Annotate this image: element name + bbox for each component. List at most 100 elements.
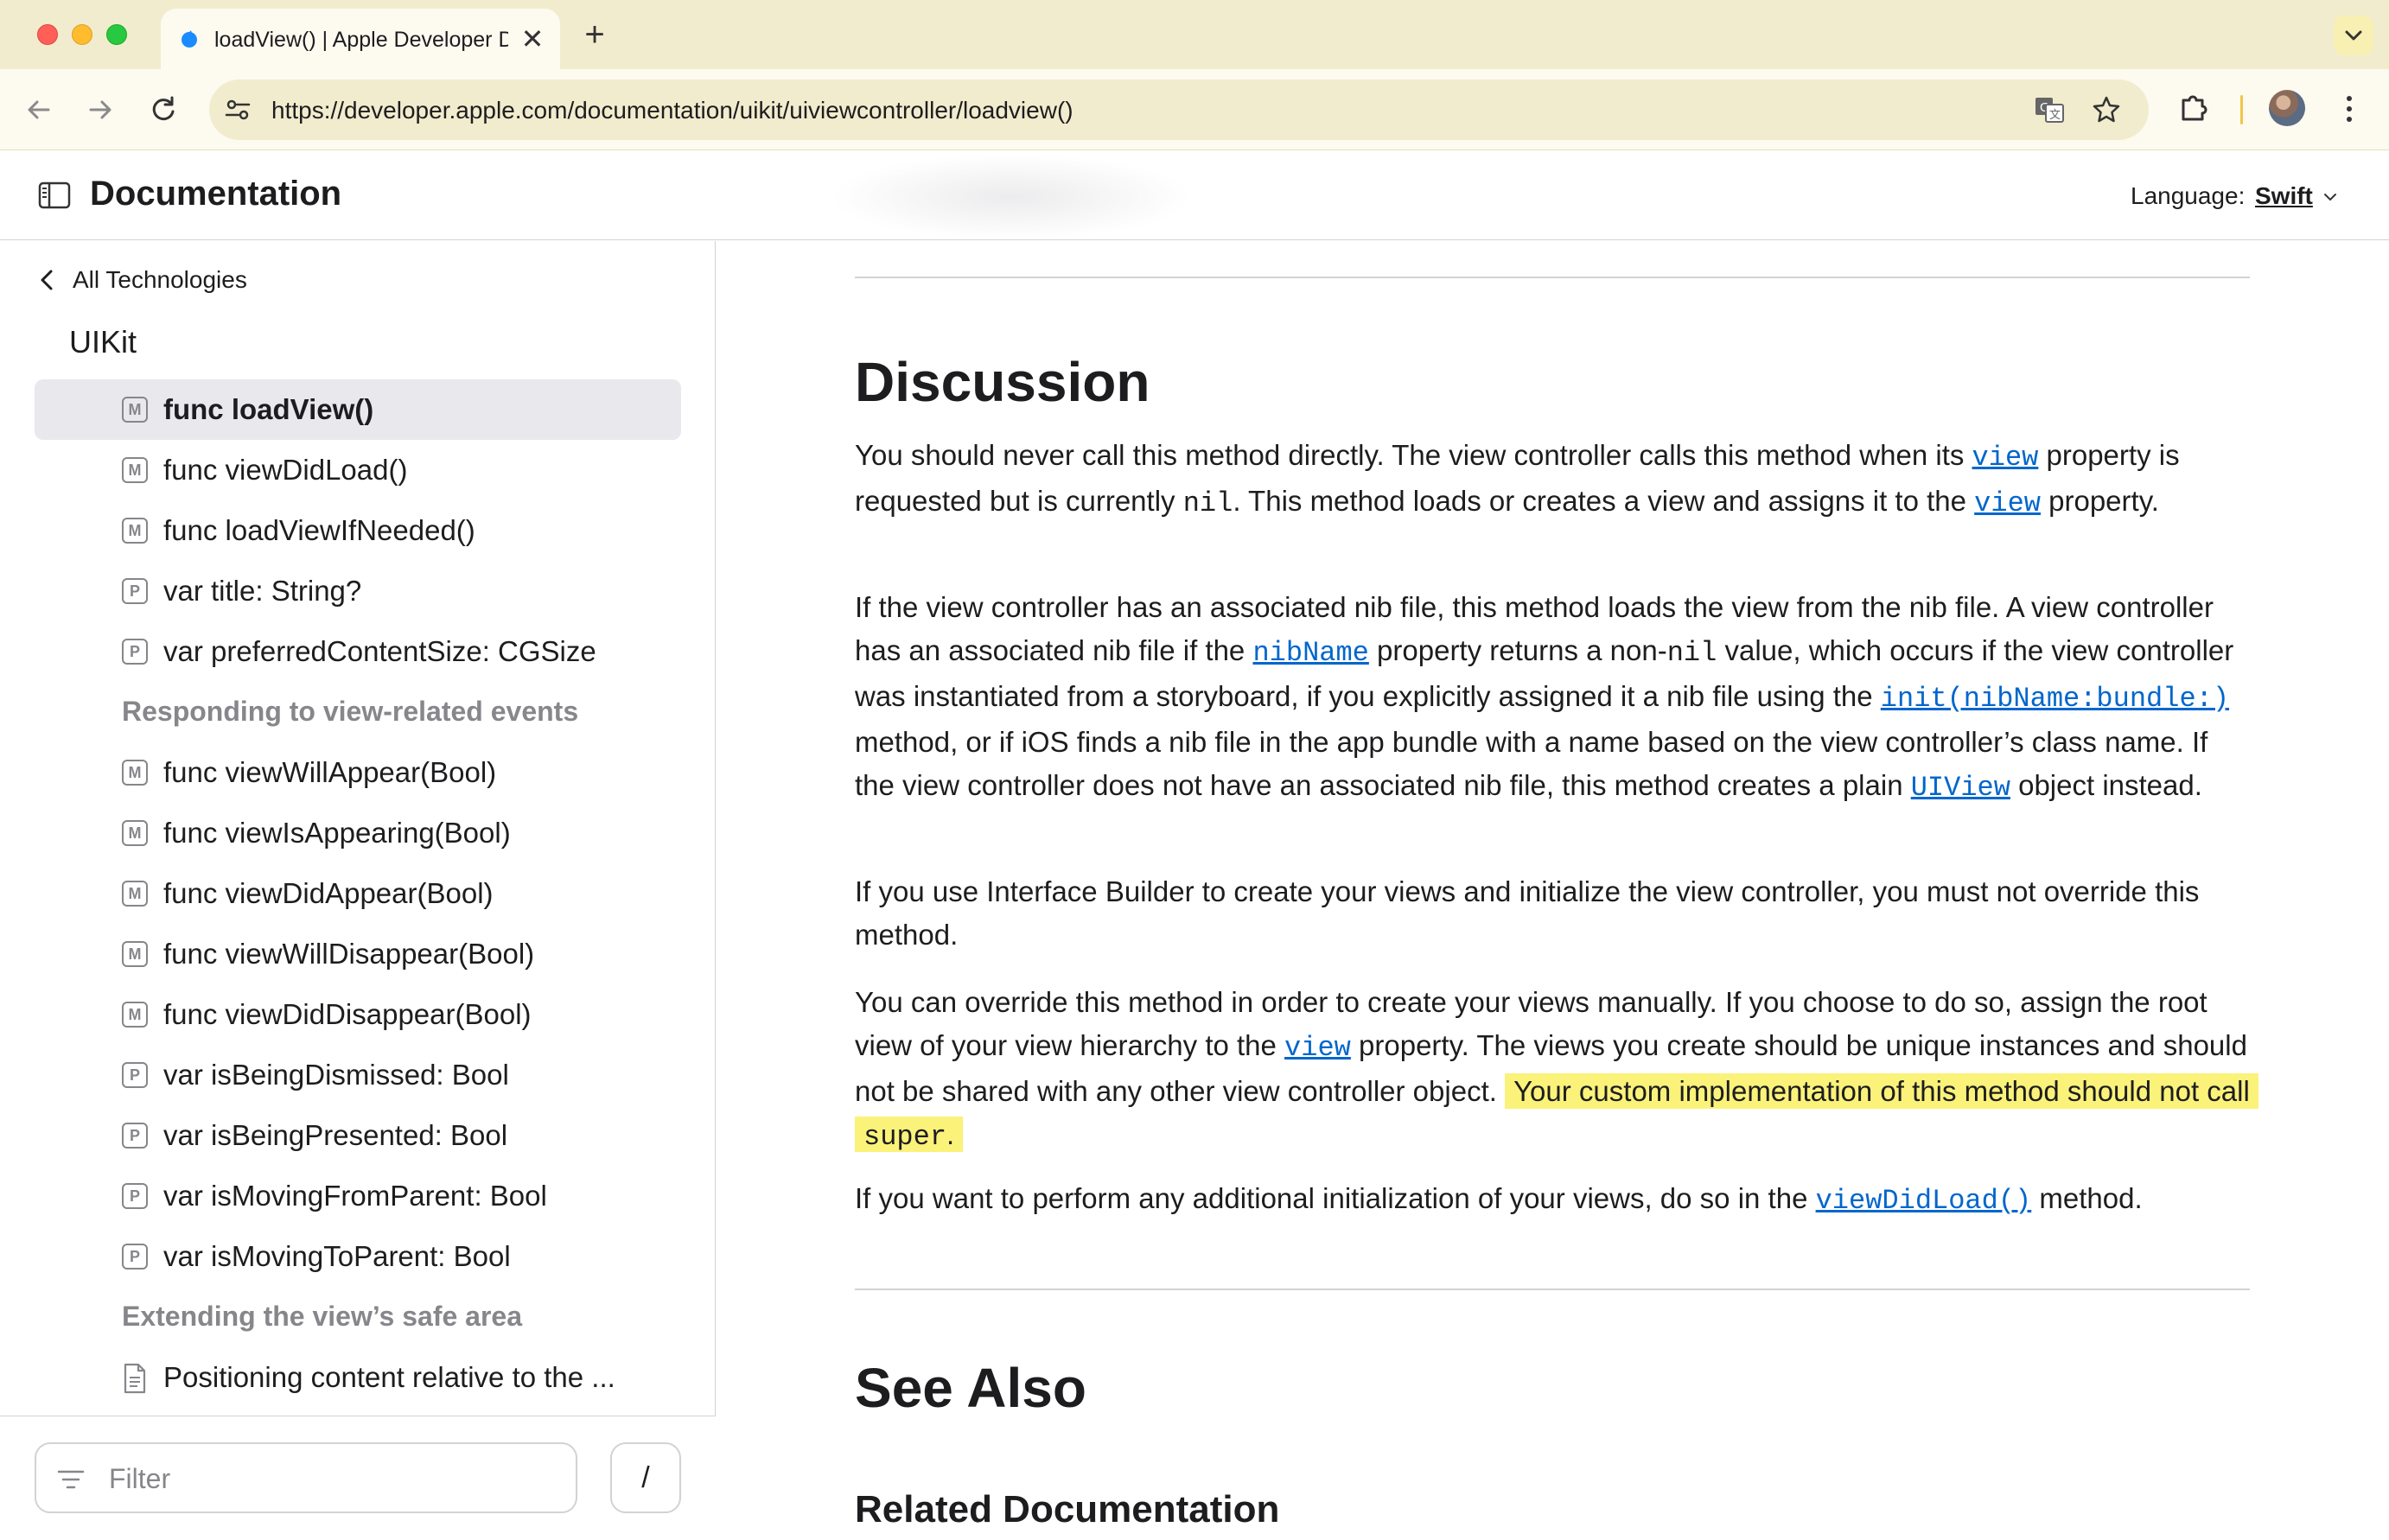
chevron-down-icon[interactable] bbox=[2322, 188, 2339, 206]
link-code: UIView bbox=[1910, 772, 2010, 804]
sidebar-item-label: Positioning content relative to the ... bbox=[163, 1361, 615, 1393]
uiview-link[interactable]: UIView bbox=[1910, 769, 2010, 804]
link-code: view bbox=[1974, 487, 2041, 519]
view-link[interactable]: view bbox=[1284, 1029, 1351, 1064]
new-tab-button[interactable]: + bbox=[577, 17, 612, 52]
discussion-paragraph-3: If you use Interface Builder to create y… bbox=[855, 875, 2200, 951]
sidebar-item-label: func viewWillDisappear(Bool) bbox=[163, 938, 535, 970]
link-code: viewDidLoad() bbox=[1815, 1185, 2032, 1217]
property-badge-icon: P bbox=[122, 639, 148, 665]
filter-icon bbox=[57, 1470, 85, 1489]
all-technologies-label: All Technologies bbox=[73, 266, 247, 293]
site-settings-icon[interactable] bbox=[223, 95, 252, 124]
sidebar-section-heading[interactable]: Responding to view-related events bbox=[35, 682, 681, 742]
method-badge-icon: M bbox=[122, 881, 148, 907]
sidebar-item-label: func loadView() bbox=[163, 393, 374, 425]
filter-shortcut-key[interactable]: / bbox=[610, 1442, 681, 1513]
sidebar-item-loadviewifneeded[interactable]: M func loadViewIfNeeded() bbox=[35, 500, 681, 561]
property-badge-icon: P bbox=[122, 1123, 148, 1149]
sidebar-item-label: var isMovingFromParent: Bool bbox=[163, 1180, 547, 1212]
view-link[interactable]: view bbox=[1972, 439, 2039, 474]
reload-icon[interactable] bbox=[143, 90, 183, 130]
sidebar-item-label: var isBeingPresented: Bool bbox=[163, 1119, 508, 1151]
text-run: object instead. bbox=[2010, 769, 2202, 801]
sidebar-item-ismovingfromparent[interactable]: P var isMovingFromParent: Bool bbox=[35, 1166, 681, 1226]
framework-title[interactable]: UIKit bbox=[69, 324, 137, 360]
minimize-window-button[interactable] bbox=[72, 24, 92, 45]
related-documentation-heading: Related Documentation bbox=[855, 1488, 1280, 1530]
sidebar-section-label: Responding to view-related events bbox=[122, 696, 579, 727]
text-run: Your custom implementation of this metho… bbox=[1513, 1075, 2250, 1107]
sidebar-item-isbeingpresented[interactable]: P var isBeingPresented: Bool bbox=[35, 1105, 681, 1166]
article-document-icon bbox=[124, 1363, 146, 1394]
active-tab[interactable]: loadView() | Apple Developer Documentati… bbox=[161, 9, 560, 69]
sidebar-item-ismovingtoparent[interactable]: P var isMovingToParent: Bool bbox=[35, 1226, 681, 1287]
sidebar-item-viewdiddisappear[interactable]: M func viewDidDisappear(Bool) bbox=[35, 984, 681, 1045]
section-divider bbox=[855, 277, 2250, 278]
filter-input[interactable]: Filter bbox=[35, 1442, 577, 1513]
property-badge-icon: P bbox=[122, 1244, 148, 1270]
see-also-heading: See Also bbox=[855, 1357, 1086, 1419]
sidebar-item-label: func loadViewIfNeeded() bbox=[163, 514, 475, 546]
sidebar-item-positioning-content[interactable]: Positioning content relative to the ... bbox=[35, 1347, 681, 1408]
browser-tab-strip: loadView() | Apple Developer Documentati… bbox=[0, 0, 2389, 69]
address-bar[interactable]: https://developer.apple.com/documentatio… bbox=[209, 80, 2149, 140]
translate-icon[interactable]: G 文 bbox=[2033, 93, 2066, 126]
close-tab-icon[interactable]: ✕ bbox=[517, 23, 548, 54]
inline-code: nil bbox=[1182, 487, 1233, 519]
discussion-paragraph-1: You should never call this method direct… bbox=[855, 434, 2255, 525]
sidebar-item-label: var isBeingDismissed: Bool bbox=[163, 1059, 509, 1091]
toolbar-separator bbox=[2240, 95, 2243, 124]
forward-arrow-icon[interactable] bbox=[80, 90, 120, 130]
property-badge-icon: P bbox=[122, 1062, 148, 1088]
sidebar-section-heading[interactable]: Extending the view’s safe area bbox=[35, 1287, 681, 1347]
tab-title: loadView() | Apple Developer Documentati… bbox=[214, 28, 508, 52]
sidebar-item-label: func viewWillAppear(Bool) bbox=[163, 756, 497, 788]
sidebar-item-viewdidload[interactable]: M func viewDidLoad() bbox=[35, 440, 681, 500]
sidebar-toggle-icon[interactable] bbox=[38, 181, 71, 209]
sidebar-item-title[interactable]: P var title: String? bbox=[35, 561, 681, 621]
sidebar-item-viewdidappear[interactable]: M func viewDidAppear(Bool) bbox=[35, 863, 681, 924]
link-code: view bbox=[1972, 442, 2039, 474]
method-badge-icon: M bbox=[122, 941, 148, 967]
property-badge-icon: P bbox=[122, 578, 148, 604]
filter-bar: Filter / bbox=[0, 1416, 716, 1540]
view-link[interactable]: view bbox=[1974, 485, 2041, 519]
more-menu-icon[interactable] bbox=[2337, 92, 2361, 126]
sidebar-item-label: func viewDidAppear(Bool) bbox=[163, 877, 494, 909]
all-technologies-link[interactable]: All Technologies bbox=[35, 262, 247, 298]
close-window-button[interactable] bbox=[37, 24, 58, 45]
sidebar-item-loadview[interactable]: M func loadView() bbox=[35, 379, 681, 440]
text-run: . bbox=[946, 1118, 955, 1150]
chevron-left-icon bbox=[41, 270, 53, 290]
sidebar-item-viewisappearing[interactable]: M func viewIsAppearing(Bool) bbox=[35, 803, 681, 863]
sidebar-item-label: var title: String? bbox=[163, 575, 362, 607]
sidebar-item-label: func viewDidLoad() bbox=[163, 454, 408, 486]
header-glow bbox=[830, 154, 1193, 240]
text-run: . This method loads or creates a view an… bbox=[1233, 485, 1975, 517]
sidebar-nav-list: M func loadView() M func viewDidLoad() M… bbox=[35, 379, 681, 1408]
init-nibname-bundle-link[interactable]: init(nibName:bundle:) bbox=[1881, 680, 2229, 715]
browser-toolbar: https://developer.apple.com/documentatio… bbox=[0, 69, 2389, 150]
sidebar-item-label: func viewDidDisappear(Bool) bbox=[163, 998, 532, 1030]
sidebar-item-viewwilldisappear[interactable]: M func viewWillDisappear(Bool) bbox=[35, 924, 681, 984]
profile-avatar[interactable] bbox=[2269, 90, 2305, 126]
tab-search-button[interactable] bbox=[2334, 16, 2373, 55]
url-text[interactable]: https://developer.apple.com/documentatio… bbox=[271, 97, 1073, 124]
nibname-link[interactable]: nibName bbox=[1252, 634, 1368, 669]
sidebar-item-viewwillappear[interactable]: M func viewWillAppear(Bool) bbox=[35, 742, 681, 803]
sidebar-item-preferredcontentsize[interactable]: P var preferredContentSize: CGSize bbox=[35, 621, 681, 682]
extensions-puzzle-icon[interactable] bbox=[2176, 90, 2211, 124]
page-title[interactable]: Documentation bbox=[90, 175, 341, 213]
sidebar-section-label: Extending the view’s safe area bbox=[122, 1301, 522, 1332]
method-badge-icon: M bbox=[122, 1002, 148, 1028]
discussion-paragraph-4: You can override this method in order to… bbox=[855, 981, 2258, 1159]
method-badge-icon: M bbox=[122, 760, 148, 786]
sidebar-item-isbeingdismissed[interactable]: P var isBeingDismissed: Bool bbox=[35, 1045, 681, 1105]
viewdidload-link[interactable]: viewDidLoad() bbox=[1815, 1182, 2032, 1217]
sidebar-item-label: func viewIsAppearing(Bool) bbox=[163, 817, 511, 849]
bookmark-star-icon[interactable] bbox=[2090, 93, 2123, 126]
fullscreen-window-button[interactable] bbox=[106, 24, 127, 45]
back-arrow-icon[interactable] bbox=[19, 90, 59, 130]
language-selector[interactable]: Swift bbox=[2255, 182, 2313, 210]
